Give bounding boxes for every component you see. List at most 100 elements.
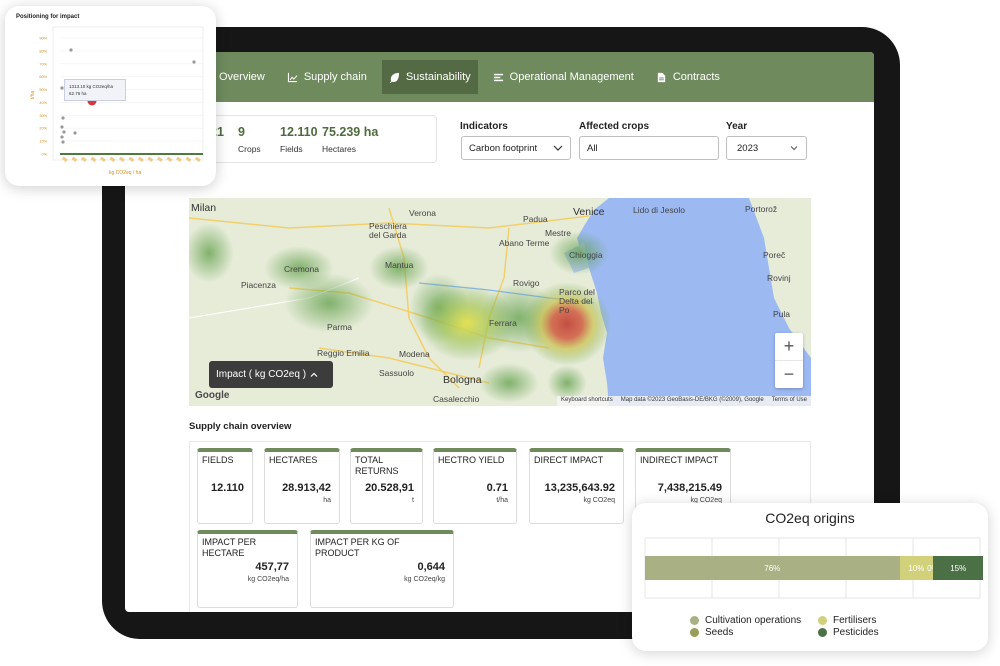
stat-hectares: 75.239 ha Hectares [322, 125, 378, 154]
legend-dot [818, 628, 827, 637]
legend-cultivation: Cultivation operations [690, 615, 801, 626]
list-icon [493, 73, 503, 81]
x-tick-mark [157, 156, 163, 162]
positioning-y-axis-label: t/ha [30, 90, 37, 100]
chevron-down-icon [790, 146, 798, 151]
scatter-point [192, 60, 196, 64]
x-tick-mark [147, 156, 154, 162]
document-icon [657, 72, 665, 82]
tab-sustainability[interactable]: Sustainability [381, 60, 478, 94]
indicators-label: Indicators [460, 121, 508, 132]
stat-fields-label: Fields [280, 144, 303, 154]
map-place-label: Pula [773, 309, 791, 319]
tab-supply-chain-label: Supply chain [303, 71, 367, 83]
scatter-point [61, 140, 65, 144]
card-direct-impact: DIRECT IMPACT 13,235,643.92 kg CO2eq [529, 448, 624, 524]
y-tick-label: 0% [42, 153, 48, 157]
card-impact-per-kg-label: IMPACT PER KG OF PRODUCT [315, 537, 400, 558]
supply-chain-overview-title: Supply chain overview [189, 421, 292, 432]
legend-pesticides: Pesticides [818, 627, 879, 638]
terms-of-use-link[interactable]: Terms of Use [772, 397, 807, 405]
map-place-label: Verona [409, 208, 436, 218]
scatter-point [61, 116, 65, 120]
card-hectro-yield: HECTRO YIELD 0.71 t/ha [433, 448, 517, 524]
tab-supply-chain[interactable]: Supply chain [280, 60, 374, 94]
top-navigation: Overview Supply chain Sustainability Ope… [125, 52, 874, 102]
x-tick-mark [90, 156, 97, 162]
card-total-returns-value: 20.528,91 [365, 482, 414, 494]
scatter-point [69, 48, 73, 52]
google-logo: Google [195, 390, 230, 401]
year-select[interactable]: 2023 [726, 136, 807, 160]
y-tick-label: 50% [39, 88, 47, 92]
card-total-returns-unit: t [412, 497, 414, 504]
card-indirect-impact-label: INDIRECT IMPACT [640, 455, 719, 465]
affected-crops-input[interactable]: All [579, 136, 719, 160]
tab-sustainability-label: Sustainability [405, 71, 471, 83]
map-place-label: Milan [191, 202, 217, 214]
map-place-label: Chioggia [569, 250, 603, 260]
zoom-in-button[interactable]: + [775, 333, 803, 360]
tooltip-area: 62.76 ha [69, 91, 87, 96]
x-tick-mark [176, 156, 182, 162]
card-impact-per-kg-value: 0,644 [417, 561, 445, 573]
map-place-label: Cremona [284, 264, 319, 274]
card-impact-per-hectare-unit: kg CO2eq/ha [247, 576, 289, 583]
card-impact-per-hectare: IMPACT PER HECTARE 457,77 kg CO2eq/ha [197, 530, 298, 608]
affected-crops-label: Affected crops [579, 121, 650, 132]
impact-heatmap-map[interactable]: Milan Verona Padua Venice Lido di Jesolo… [189, 198, 811, 406]
tab-overview-label: Overview [219, 71, 265, 83]
y-tick-label: 10% [39, 140, 47, 144]
scatter-point [60, 135, 64, 139]
co2-segment-label: 76% [764, 563, 781, 573]
card-hectares: HECTARES 28.913,42 ha [264, 448, 340, 524]
co2-segment-pesticides[interactable]: 15% [933, 556, 984, 580]
card-hectares-value: 28.913,42 [282, 482, 331, 494]
card-impact-per-kg: IMPACT PER KG OF PRODUCT 0,644 kg CO2eq/… [310, 530, 454, 608]
tab-operational-management-label: Operational Management [509, 71, 634, 83]
line-chart-icon [287, 72, 298, 82]
map-place-label: Parma [327, 322, 353, 332]
map-place-label: Portorož [745, 204, 778, 214]
stage: Overview Supply chain Sustainability Ope… [0, 0, 1000, 666]
card-hectares-label: HECTARES [269, 455, 318, 465]
indicators-select[interactable]: Carbon footprint [461, 136, 571, 160]
map-place-label: Reggio Emilia [317, 348, 370, 358]
map-place-label: Sassuolo [379, 368, 414, 378]
scatter-point [62, 130, 66, 134]
zoom-out-button[interactable]: − [775, 361, 803, 388]
chevron-down-icon [553, 145, 563, 151]
card-total-returns-label: TOTAL RETURNS [355, 455, 399, 476]
x-tick-mark [81, 156, 87, 162]
stat-crops-value: 9 [238, 125, 245, 139]
card-fields-label: FIELDS [202, 455, 234, 465]
map-place-label: Ferrara [489, 318, 517, 328]
positioning-x-axis-label: kg CO2eq / ha [109, 170, 142, 176]
tab-operational-management[interactable]: Operational Management [486, 60, 641, 94]
map-place-label: Poreč [763, 250, 786, 260]
summary-stats-card: 21 s 9 Crops 12.110 Fields 75.239 ha Hec… [185, 115, 437, 163]
y-tick-label: 90% [39, 37, 47, 41]
x-tick-mark [109, 156, 116, 162]
co2-segment-cultivation-operations[interactable]: 76% [645, 556, 900, 580]
card-impact-per-hectare-value: 457,77 [255, 561, 289, 573]
positioning-chart-card: Positioning for impact 90% 80% 70% 60% 50% 40… [5, 6, 216, 186]
y-tick-label: 40% [39, 101, 47, 105]
legend-dot [690, 616, 699, 625]
map-place-label: Casalecchio [433, 394, 480, 404]
y-tick-label: 60% [39, 75, 47, 79]
legend-fertilisers: Fertilisers [818, 615, 876, 626]
keyboard-shortcuts-link[interactable]: Keyboard shortcuts [561, 397, 613, 405]
card-indirect-impact-value: 7,438,215.49 [657, 482, 722, 494]
x-tick-mark [100, 156, 106, 162]
map-place-label: Piacenza [241, 280, 276, 290]
stat-hectares-value: 75.239 ha [322, 125, 379, 139]
stat-fields-value: 12.110 [280, 125, 318, 139]
legend-cultivation-label: Cultivation operations [705, 615, 802, 626]
tab-contracts[interactable]: Contracts [649, 60, 727, 94]
impact-legend-toggle[interactable]: Impact ( kg CO2eq ) [209, 361, 333, 388]
map-attribution: Keyboard shortcuts Map data ©2023 GeoBas… [557, 396, 811, 406]
card-direct-impact-unit: kg CO2eq [583, 497, 615, 504]
legend-dot [818, 616, 827, 625]
scatter-point [60, 125, 64, 129]
